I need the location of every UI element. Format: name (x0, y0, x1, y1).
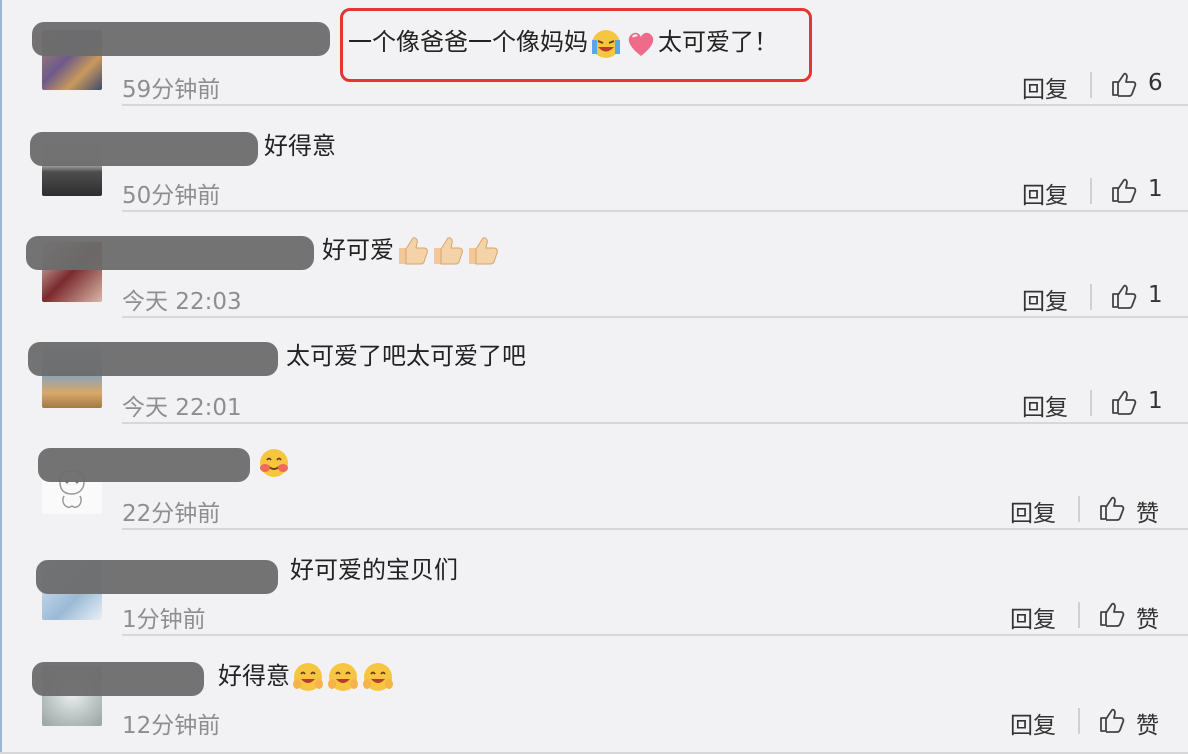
separator (1090, 178, 1092, 204)
thumbs-up-icon[interactable] (1110, 176, 1138, 204)
grin-emoji-icon (328, 663, 358, 691)
like-label[interactable]: 赞 (1136, 706, 1159, 740)
grin-emoji-icon (363, 663, 393, 691)
like-count: 1 (1148, 282, 1163, 308)
separator (1078, 496, 1080, 522)
like-label[interactable]: 赞 (1136, 494, 1159, 528)
timestamp: 59分钟前 (122, 77, 221, 103)
separator (1090, 390, 1092, 416)
comment-text (256, 446, 291, 480)
hug-face-emoji-icon (260, 449, 288, 477)
comment-text-main: 好得意 (218, 662, 290, 690)
thumbs-up-icon[interactable] (1098, 494, 1126, 522)
like-label[interactable]: 赞 (1136, 600, 1159, 634)
thumbs-up-emoji-icon (469, 237, 498, 265)
thumbs-up-icon[interactable] (1098, 706, 1126, 734)
thumbs-up-emoji-icon (399, 237, 428, 265)
timestamp: 今天 22:01 (122, 395, 242, 421)
separator (1078, 602, 1080, 628)
comment-text: 好可爱的宝贝们 (290, 556, 458, 584)
username-redacted[interactable] (38, 448, 250, 482)
reply-button[interactable]: 回复 (1022, 388, 1068, 422)
comment-item: 好可爱 今天 22:03 回复 1 (0, 212, 1188, 318)
comment-text: 好得意 (264, 132, 336, 160)
grin-emoji-icon (293, 663, 323, 691)
username-redacted[interactable] (32, 662, 204, 696)
timestamp: 今天 22:03 (122, 289, 242, 315)
thumbs-up-icon[interactable] (1098, 600, 1126, 628)
thumbs-up-icon[interactable] (1110, 388, 1138, 416)
username-redacted[interactable] (30, 132, 258, 166)
like-count: 1 (1148, 176, 1163, 202)
timestamp: 50分钟前 (122, 183, 221, 209)
highlight-box (340, 8, 812, 82)
comment-item: 好得意 12分钟前 回复 赞 (0, 636, 1188, 742)
comment-item: 22分钟前 回复 赞 (0, 424, 1188, 530)
comment-item: 好可爱的宝贝们 1分钟前 回复 赞 (0, 530, 1188, 636)
timestamp: 22分钟前 (122, 501, 221, 527)
username-redacted[interactable] (28, 342, 278, 376)
timestamp: 12分钟前 (122, 713, 221, 739)
comment-item: 好得意 50分钟前 回复 1 (0, 106, 1188, 212)
username-redacted[interactable] (26, 236, 314, 270)
username-redacted[interactable] (36, 560, 278, 594)
thumbs-up-icon[interactable] (1110, 70, 1138, 98)
like-count: 1 (1148, 388, 1163, 414)
comment-text-main: 好可爱 (322, 236, 394, 264)
reply-button[interactable]: 回复 (1022, 176, 1068, 210)
reply-button[interactable]: 回复 (1022, 282, 1068, 316)
timestamp: 1分钟前 (122, 607, 206, 633)
comment-text: 好得意 (218, 660, 395, 694)
comment-item: 太可爱了吧太可爱了吧 今天 22:01 回复 1 (0, 318, 1188, 424)
thumbs-up-emoji-icon (434, 237, 463, 265)
comment-text: 太可爱了吧太可爱了吧 (286, 342, 526, 370)
reply-button[interactable]: 回复 (1022, 70, 1068, 104)
separator (1090, 284, 1092, 310)
username-redacted[interactable] (32, 22, 330, 56)
separator (1078, 708, 1080, 734)
separator (1090, 72, 1092, 98)
reply-button[interactable]: 回复 (1010, 494, 1056, 528)
reply-button[interactable]: 回复 (1010, 600, 1056, 634)
thumbs-up-icon[interactable] (1110, 282, 1138, 310)
reply-button[interactable]: 回复 (1010, 706, 1056, 740)
comment-text: 好可爱 (322, 234, 499, 268)
like-count: 6 (1148, 70, 1163, 96)
